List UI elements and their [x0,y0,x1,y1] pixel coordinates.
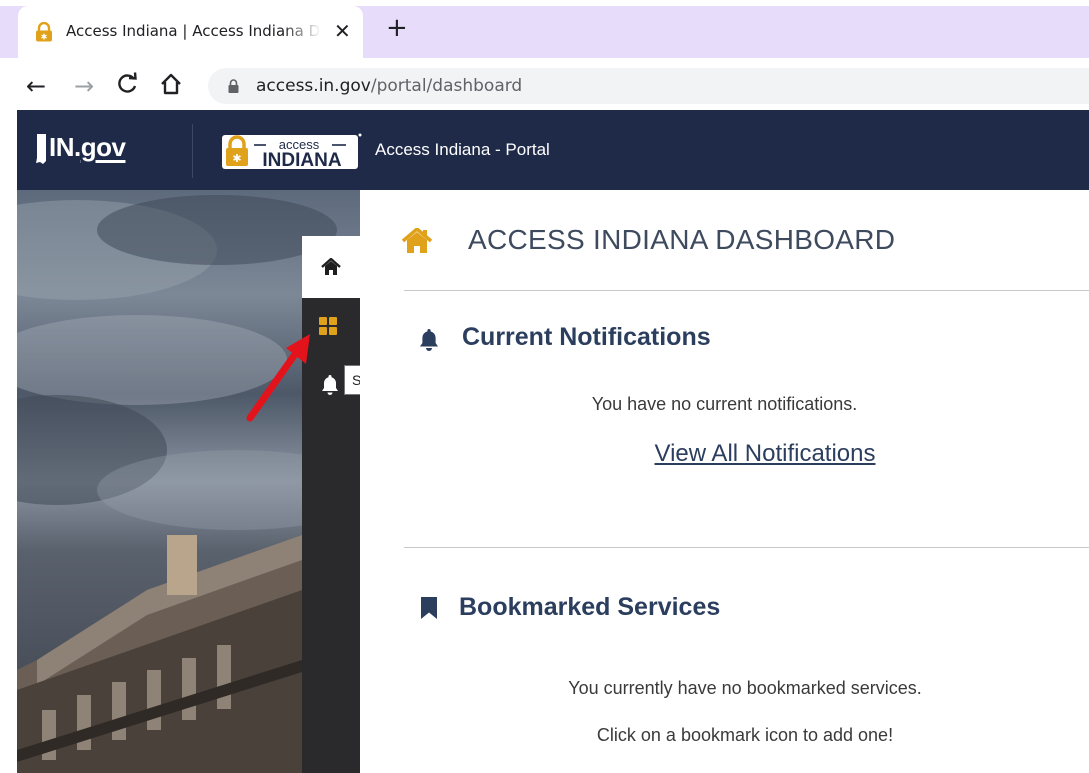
side-navigation [302,236,360,773]
section-divider [404,290,1089,291]
site-header: IN.gov ✱ access INDIANA Access Indiana -… [17,110,1089,190]
in-gov-wordmark: IN.gov [49,132,126,163]
view-all-notifications-link[interactable]: View All Notifications [360,440,1089,468]
logo-indiana-text: INDIANA [262,150,341,171]
notifications-heading: Current Notifications [462,323,711,351]
url-path: /portal/dashboard [370,76,523,96]
lock-favicon-icon: ✱ [36,22,52,42]
ingov-suffix: gov [80,132,126,162]
close-tab-icon[interactable]: ✕ [334,19,351,43]
reload-glyph-icon [118,72,137,93]
bookmarks-empty-text: You currently have no bookmarked service… [568,678,922,698]
new-tab-button[interactable]: + [386,14,408,42]
header-divider [192,124,193,178]
indiana-state-shape-icon [36,134,46,164]
svg-text:✱: ✱ [232,152,241,165]
home-icon [321,258,341,275]
services-grid-icon[interactable] [319,317,337,335]
dashboard-main: ACCESS INDIANA DASHBOARD Current Notific… [360,190,1089,773]
access-indiana-logo[interactable]: ✱ access INDIANA [222,132,362,172]
section-divider [404,547,1089,548]
svg-text:✱: ✱ [41,33,48,42]
back-arrow-icon[interactable]: ← [26,72,46,100]
browser-tab[interactable]: ✱ Access Indiana | Access Indiana Dashbo… [18,6,363,58]
bell-icon [420,329,438,351]
reload-icon[interactable] [116,72,138,104]
url-text: access.in.gov/portal/dashboard [256,76,522,96]
notifications-bell-icon[interactable] [320,374,340,396]
browser-tab-bar: ✱ Access Indiana | Access Indiana Dashbo… [0,0,1089,62]
forward-arrow-icon[interactable]: → [74,72,94,100]
tab-title: Access Indiana | Access Indiana Dashboar… [66,22,321,40]
bookmark-icon [421,597,437,619]
sidenav-home-button[interactable] [302,236,360,298]
bookmarks-heading: Bookmarked Services [459,593,721,621]
address-bar[interactable]: access.in.gov/portal/dashboard [208,68,1089,104]
browser-toolbar: ← → access.in.gov/portal/dashboard [0,62,1089,110]
home-glyph-icon [161,73,181,95]
site-title: Access Indiana - Portal [375,140,550,159]
home-dashboard-icon [402,228,432,253]
page-title: ACCESS INDIANA DASHBOARD [468,224,896,255]
secure-lock-icon [228,79,239,93]
ingov-prefix: IN. [49,132,81,162]
red-annotation-arrow-icon [246,334,310,422]
home-browser-icon[interactable] [160,72,182,104]
notifications-empty-text: You have no current notifications. [591,394,858,414]
bookmarks-hint-text: Click on a bookmark icon to add one! [596,725,894,745]
url-host: access.in.gov [256,76,371,96]
